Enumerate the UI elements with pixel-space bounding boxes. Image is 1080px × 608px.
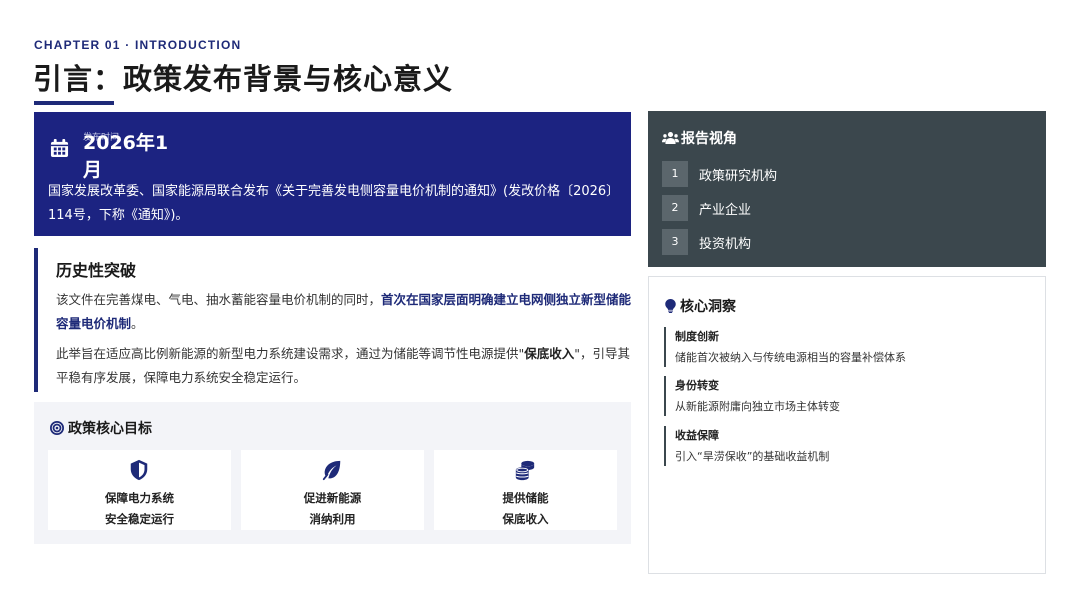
goal-line-1: 保障电力系统 <box>105 491 174 505</box>
historic-p2-text-a: 此举旨在适应高比例新能源的新型电力系统建设需求，通过为储能等调节性电源提供" <box>56 346 525 361</box>
title-underline <box>34 101 114 105</box>
policy-goals-section: 政策核心目标 保障电力系统 安全稳定运行 促进新能源 消纳利用 提供储能 保底收… <box>34 402 631 544</box>
insight-item: 收益保障 引入“旱涝保收”的基础收益机制 <box>664 426 1034 466</box>
perspective-item-label: 投资机构 <box>699 237 752 252</box>
goals-title: 政策核心目标 <box>50 418 152 438</box>
perspective-item-number: 1 <box>662 161 688 187</box>
page-title: 引言：政策发布背景与核心意义 <box>33 62 454 96</box>
goal-line-2: 保底收入 <box>502 512 549 526</box>
insight-item: 身份转变 从新能源附庸向独立市场主体转变 <box>664 376 1034 416</box>
core-insights-panel: 核心洞察 制度创新 储能首次被纳入与传统电源相当的容量补偿体系 身份转变 从新能… <box>648 276 1046 574</box>
perspective-title-text: 报告视角 <box>681 131 737 147</box>
insight-heading: 制度创新 <box>675 330 719 343</box>
insight-heading: 身份转变 <box>675 379 719 392</box>
goals-title-text: 政策核心目标 <box>68 421 152 437</box>
goal-card-renewables: 促进新能源 消纳利用 <box>241 450 424 530</box>
historic-paragraph-2: 此举旨在适应高比例新能源的新型电力系统建设需求，通过为储能等调节性电源提供"保底… <box>56 342 636 390</box>
perspective-title: 报告视角 <box>662 128 737 148</box>
goal-line-2: 安全稳定运行 <box>105 512 174 526</box>
perspective-item-label: 政策研究机构 <box>699 169 778 184</box>
leaf-icon <box>322 460 341 481</box>
coins-icon <box>515 460 535 481</box>
insight-description: 引入“旱涝保收”的基础收益机制 <box>675 450 830 463</box>
historic-breakthrough-section: 历史性突破 该文件在完善煤电、气电、抽水蓄能容量电价机制的同时，首次在国家层面明… <box>34 248 634 392</box>
calendar-icon <box>50 139 69 158</box>
historic-p1-text: 该文件在完善煤电、气电、抽水蓄能容量电价机制的同时， <box>56 292 382 307</box>
goal-line-1: 促进新能源 <box>303 491 362 505</box>
perspective-item-number: 3 <box>662 229 688 255</box>
insight-description: 储能首次被纳入与传统电源相当的容量补偿体系 <box>675 351 906 364</box>
lightbulb-icon <box>665 299 676 313</box>
insights-title: 核心洞察 <box>665 296 736 316</box>
perspective-item-number: 2 <box>662 195 688 221</box>
shield-icon <box>130 459 148 481</box>
historic-p2-bold: 保底收入 <box>524 346 575 361</box>
perspective-item-label: 产业企业 <box>699 203 752 218</box>
goal-card-storage-income: 提供储能 保底收入 <box>434 450 617 530</box>
historic-p1-end: 。 <box>131 316 144 331</box>
insights-title-text: 核心洞察 <box>680 299 736 315</box>
chapter-label: CHAPTER 01 · INTRODUCTION <box>34 38 242 52</box>
release-description: 国家发展改革委、国家能源局联合发布《关于完善发电侧容量电价机制的通知》(发改价格… <box>48 184 613 223</box>
target-icon <box>50 421 64 435</box>
goal-line-2: 消纳利用 <box>309 512 356 526</box>
insight-heading: 收益保障 <box>675 429 719 442</box>
historic-paragraph-1: 该文件在完善煤电、气电、抽水蓄能容量电价机制的同时，首次在国家层面明确建立电网侧… <box>56 288 636 336</box>
insight-description: 从新能源附庸向独立市场主体转变 <box>675 400 840 413</box>
release-date: 2026年1月 <box>83 132 169 181</box>
goal-line-1: 提供储能 <box>502 491 549 505</box>
goal-card-safety: 保障电力系统 安全稳定运行 <box>48 450 231 530</box>
insight-item: 制度创新 储能首次被纳入与传统电源相当的容量补偿体系 <box>664 327 1034 367</box>
historic-title: 历史性突破 <box>56 261 137 280</box>
report-perspective-panel: 报告视角 1 政策研究机构 2 产业企业 3 投资机构 <box>648 111 1046 267</box>
date-banner: 发布时间 2026年1月 国家发展改革委、国家能源局联合发布《关于完善发电侧容量… <box>34 112 631 236</box>
users-icon <box>662 132 679 144</box>
